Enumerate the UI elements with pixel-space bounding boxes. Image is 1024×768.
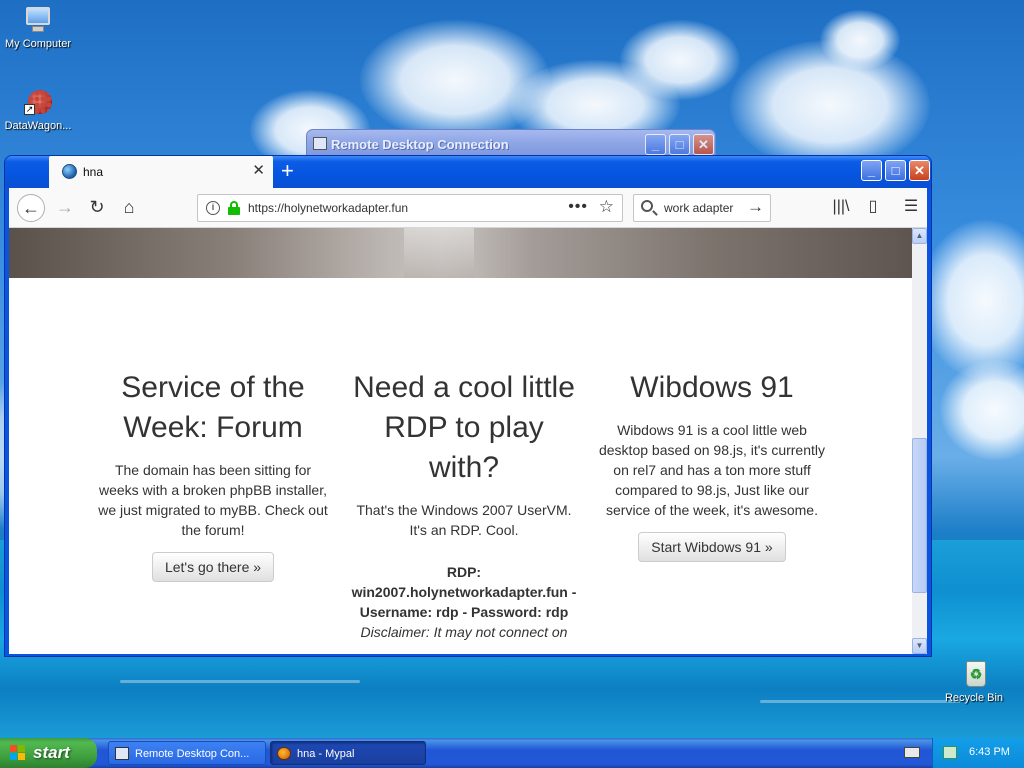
tab-title: hna [83, 165, 104, 179]
mypal-icon [277, 747, 291, 760]
rdp-maximize-button[interactable]: □ [669, 134, 690, 155]
sidebar-icon[interactable]: ▯ [861, 196, 885, 220]
scroll-thumb[interactable] [912, 438, 927, 593]
search-go-icon[interactable]: → [747, 197, 764, 217]
rdp-close-button[interactable]: ✕ [693, 134, 714, 155]
globe-icon [62, 164, 77, 179]
rdp-icon [115, 747, 129, 760]
search-bar[interactable]: work adapter → [633, 194, 771, 222]
desktop-icon-recycle-bin[interactable]: ♻ Recycle Bin [936, 658, 1012, 704]
desktop-icon-my-computer[interactable]: My Computer [0, 4, 76, 50]
info-icon[interactable]: i [206, 201, 220, 215]
reload-button[interactable]: ↻ [83, 194, 111, 222]
home-button[interactable]: ⌂ [115, 194, 143, 222]
desktop-icon-datawagon[interactable]: ↗ DataWagon... [0, 86, 76, 132]
taskbar: start Remote Desktop Con... hna - Mypal … [0, 738, 1024, 768]
browser-maximize-button[interactable]: □ [885, 160, 906, 181]
hero-image [9, 228, 912, 278]
column-heading: Service of the Week: Forum [121, 371, 305, 444]
scroll-up-button[interactable]: ▲ [912, 228, 927, 244]
url-bar[interactable]: i https://holynetworkadapter.fun ••• ☆ [197, 194, 623, 222]
page-content: Service of the Week: Forum The domain ha… [9, 228, 912, 654]
desktop-icon-label: DataWagon... [4, 120, 72, 132]
rdp-disclaimer: Disclaimer: It may not connect on [360, 624, 568, 640]
new-tab-button[interactable]: + [281, 159, 294, 183]
taskbar-item-label: hna - Mypal [297, 748, 355, 760]
start-wibdows-91-button[interactable]: Start Wibdows 91 » [638, 532, 786, 562]
taskbar-item-label: Remote Desktop Con... [135, 748, 250, 760]
navigation-toolbar: ← → ↻ ⌂ i https://holynetworkadapter.fun… [9, 188, 927, 228]
column-heading: Need a cool little RDP to play with? [353, 371, 575, 484]
column-body: Wibdows 91 is a cool little web desktop … [598, 422, 826, 518]
network-icon[interactable] [943, 746, 957, 759]
start-button[interactable]: start [0, 738, 97, 768]
vertical-scrollbar[interactable]: ▲ ▼ [912, 228, 927, 654]
column-wibdows-91: Wibdows 91 Wibdows 91 is a cool little w… [597, 368, 827, 562]
tab-hna[interactable]: hna ✕ [49, 156, 273, 188]
keyboard-icon[interactable] [904, 747, 920, 758]
tab-close-icon[interactable]: ✕ [252, 162, 265, 180]
browser-window[interactable]: hna ✕ + _ □ ✕ ← → ↻ ⌂ i https://holynetw… [4, 155, 932, 657]
browser-titlebar[interactable]: hna ✕ + _ □ ✕ [5, 156, 931, 188]
url-text[interactable]: https://holynetworkadapter.fun [248, 201, 408, 215]
start-label: start [33, 743, 70, 762]
cloud [620, 20, 740, 100]
windows-flag-icon [10, 745, 26, 761]
rdp-icon [313, 137, 327, 150]
column-heading: Wibdows 91 [630, 371, 794, 404]
library-icon[interactable]: |||\ [829, 196, 853, 220]
column-body: That's the Windows 2007 UserVM. It's an … [356, 502, 572, 538]
taskbar-item-browser[interactable]: hna - Mypal [270, 741, 426, 765]
column-service-of-week: Service of the Week: Forum The domain ha… [98, 368, 328, 582]
desktop-icon-label: Recycle Bin [944, 692, 1004, 704]
rdp-credentials: RDP: win2007.holynetworkadapter.fun - Us… [351, 564, 577, 620]
taskbar-item-rdp[interactable]: Remote Desktop Con... [108, 741, 266, 765]
bookmark-star-icon[interactable]: ☆ [599, 197, 614, 217]
browser-client: ← → ↻ ⌂ i https://holynetworkadapter.fun… [9, 188, 927, 654]
rdp-window-title: Remote Desktop Connection [331, 137, 509, 152]
column-body: The domain has been sitting for weeks wi… [98, 462, 328, 538]
cloud [920, 220, 1024, 380]
search-icon [641, 200, 653, 212]
search-input[interactable]: work adapter [664, 201, 733, 215]
system-tray: 6:43 PM [932, 738, 1024, 768]
column-rdp: Need a cool little RDP to play with? Tha… [349, 368, 579, 642]
cloud [820, 10, 900, 70]
datawagon-icon: ↗ [22, 86, 54, 118]
menu-icon[interactable]: ☰ [899, 196, 923, 220]
browser-minimize-button[interactable]: _ [861, 160, 882, 181]
scroll-down-button[interactable]: ▼ [912, 638, 927, 654]
lets-go-there-button[interactable]: Let's go there » [151, 552, 275, 582]
clock[interactable]: 6:43 PM [969, 746, 1010, 758]
page-actions-icon[interactable]: ••• [568, 198, 588, 216]
rdp-minimize-button[interactable]: _ [645, 134, 666, 155]
computer-icon [22, 4, 54, 36]
recycle-bin-icon: ♻ [958, 658, 990, 690]
lock-icon[interactable] [228, 201, 240, 215]
forward-button[interactable]: → [51, 194, 79, 222]
browser-close-button[interactable]: ✕ [909, 160, 930, 181]
cloud [940, 360, 1024, 460]
desktop-icon-label: My Computer [4, 38, 72, 50]
back-button[interactable]: ← [17, 194, 45, 222]
